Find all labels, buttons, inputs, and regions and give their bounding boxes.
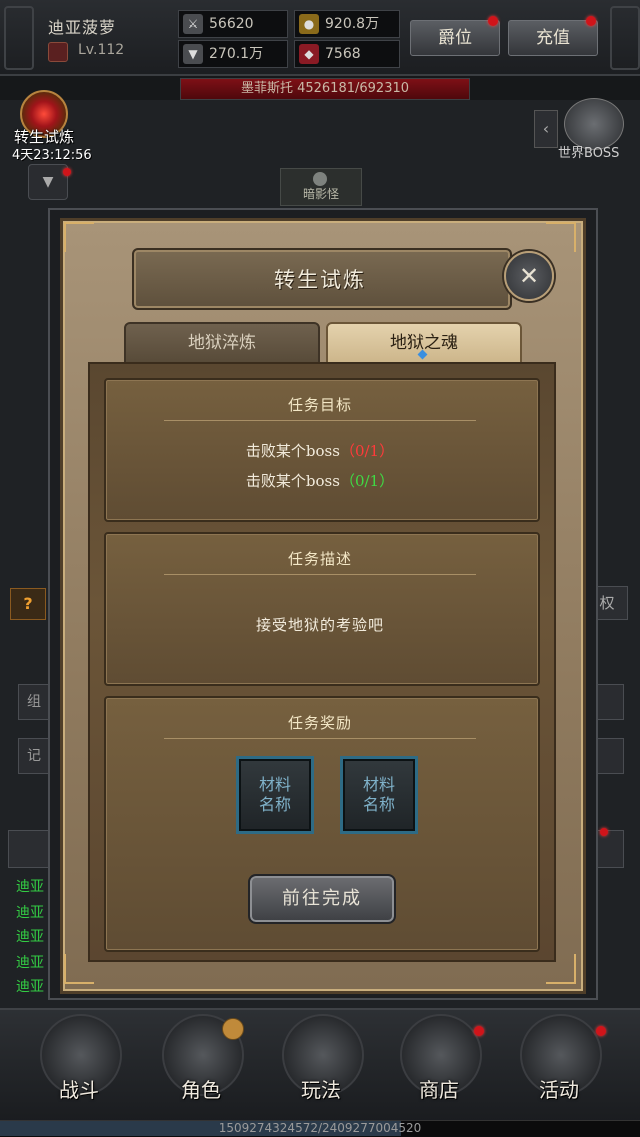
corner-ornament (64, 222, 94, 252)
gem-stat: ◆ 7568 (294, 40, 400, 68)
nav-gameplay-label: 玩法 (301, 1078, 341, 1102)
go-complete-button[interactable]: 前往完成 (248, 874, 396, 924)
player-level: Lv.112 (78, 42, 125, 58)
nav-character-label: 角色 (181, 1078, 221, 1102)
objective-row: 击败某个boss（0/1） (104, 440, 536, 461)
team-button[interactable]: 组 (18, 684, 50, 720)
rebirth-trial-timer: 4天23:12:56 (12, 148, 92, 163)
reward-item-slot[interactable]: 材料 名称 (340, 756, 418, 834)
experience-text: 1509274324572/2409277004520 (218, 1121, 422, 1135)
nav-battle[interactable]: 战斗 (24, 1012, 134, 1112)
chevron-down-icon: ▼ (42, 174, 54, 190)
objective-text: 击败某个boss (245, 472, 340, 490)
reward-item-name: 材料 名称 (258, 775, 291, 814)
ruby-gem-icon: ◆ (299, 44, 319, 64)
header-left-ornament (4, 6, 34, 70)
nav-shop-label: 商店 (419, 1078, 459, 1102)
chat-line: 迪亚 (16, 905, 44, 921)
stopwatch-icon (222, 1018, 244, 1040)
chat-line: 迪亚 (16, 955, 44, 971)
defense-value: 270.1万 (209, 46, 264, 62)
reward-item-slot[interactable]: 材料 名称 (236, 756, 314, 834)
objectives-heading: 任务目标 (164, 390, 476, 421)
rank-notification-dot (488, 16, 498, 26)
world-boss-collapse-button[interactable]: ‹ (534, 110, 558, 148)
events-notification-dot (596, 1026, 606, 1036)
attack-value: 56620 (209, 16, 254, 32)
swords-icon: ⚔ (183, 14, 203, 34)
gold-value: 920.8万 (325, 16, 380, 32)
expand-menu-button[interactable]: ▼ (28, 164, 68, 200)
gold-coins-icon: ● (299, 14, 319, 34)
objective-text: 击败某个boss (245, 442, 340, 460)
chat-toggle-button[interactable] (8, 830, 50, 868)
close-icon: ✕ (518, 262, 540, 290)
description-text: 接受地狱的考验吧 (255, 616, 384, 634)
objective-row: 击败某个boss（0/1） (104, 470, 536, 491)
rewards-heading: 任务奖励 (164, 708, 476, 739)
right-panel-notification-dot (600, 828, 608, 836)
reward-item-name: 材料 名称 (362, 775, 395, 814)
objective-progress: （0/1） (339, 442, 395, 460)
chat-line: 迪亚 (16, 929, 44, 945)
nav-gameplay[interactable]: 玩法 (266, 1012, 376, 1112)
nav-events-label: 活动 (539, 1078, 579, 1102)
level-shield-icon (48, 42, 68, 62)
chevron-left-icon: ‹ (542, 119, 550, 138)
defense-stat: ▼ 270.1万 (178, 40, 288, 68)
log-button[interactable]: 记 (18, 738, 50, 774)
armor-icon: ▼ (183, 44, 203, 64)
help-button[interactable]: ? (10, 588, 46, 620)
recharge-button[interactable]: 充值 (508, 20, 598, 56)
player-name: 迪亚菠萝 (48, 18, 117, 37)
chat-line: 迪亚 (16, 979, 44, 995)
boss-hp-text: 墨菲斯托 4526181/692310 (240, 81, 410, 96)
attack-stat: ⚔ 56620 (178, 10, 288, 38)
menu-notification-dot (63, 168, 71, 176)
world-boss-label[interactable]: 世界BOSS (558, 142, 619, 161)
description-heading: 任务描述 (164, 544, 476, 575)
skull-icon (313, 172, 327, 186)
rank-button[interactable]: 爵位 (410, 20, 500, 56)
nav-battle-label: 战斗 (59, 1078, 99, 1102)
header-right-ornament (610, 6, 640, 70)
recharge-notification-dot (586, 16, 596, 26)
tab-hell-tempering[interactable]: 地狱淬炼 (124, 322, 320, 364)
corner-ornament (546, 222, 576, 252)
modal-title: 转生试炼 (274, 268, 366, 292)
gem-value: 7568 (325, 46, 361, 62)
objective-progress: （0/1） (339, 472, 395, 490)
chat-line: 迪亚 (16, 879, 44, 895)
close-button[interactable]: ✕ (504, 251, 554, 301)
shop-notification-dot (474, 1026, 484, 1036)
boss-hp-bar: 墨菲斯托 4526181/692310 (180, 78, 470, 100)
question-mark-icon: ? (23, 594, 33, 613)
gold-stat: ● 920.8万 (294, 10, 400, 38)
